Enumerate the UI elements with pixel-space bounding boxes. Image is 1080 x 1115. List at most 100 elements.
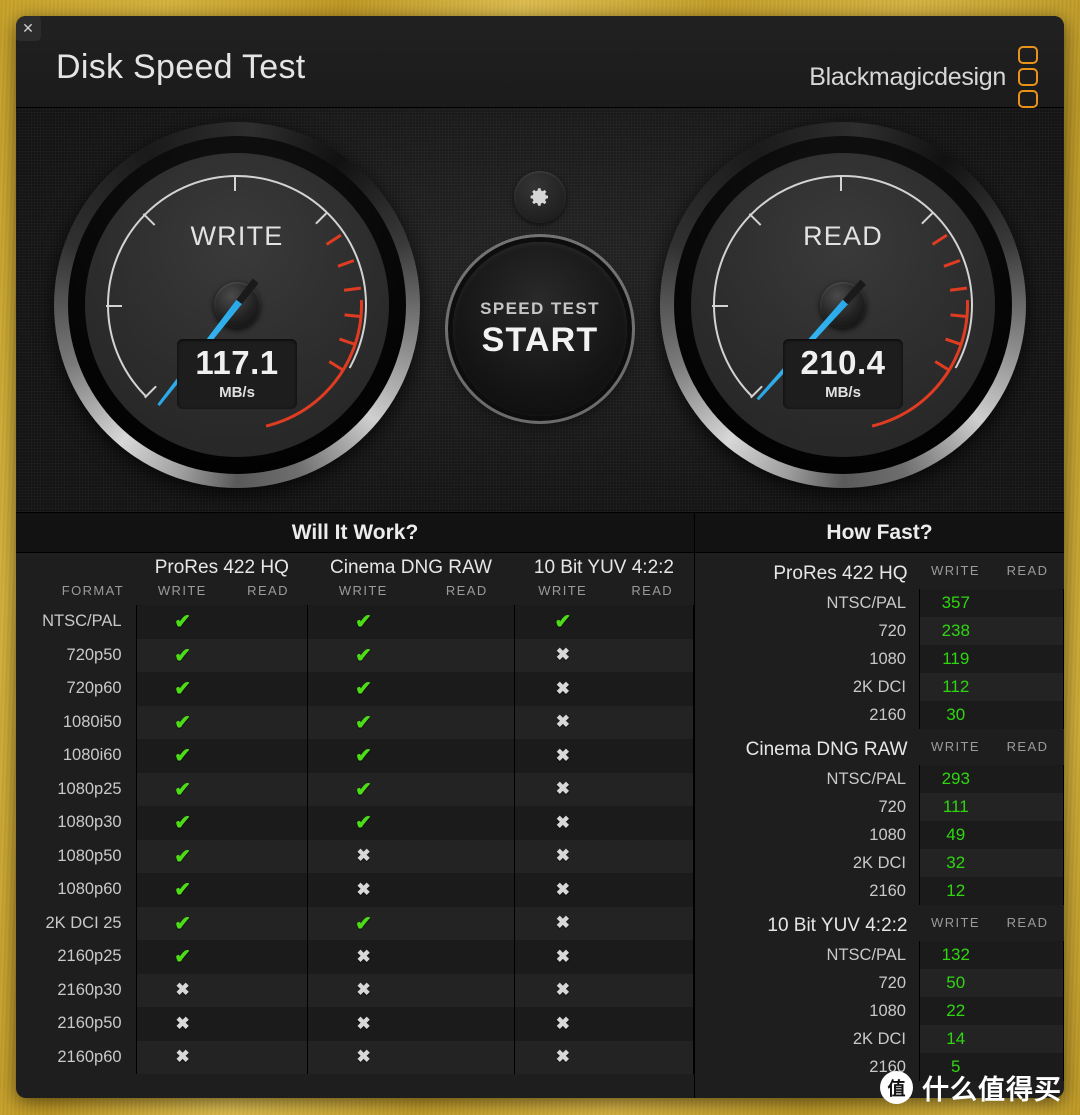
how-fast-section-3: 10 Bit YUV 4:2:2 WRITE READ NTSC/PAL 132 720… <box>695 907 1064 1081</box>
status-unsupported: ✖ <box>513 705 611 739</box>
codec-header-3: 10 Bit YUV 4:2:2 <box>533 557 674 578</box>
will-it-work-table: ProRes 422 HQ Cinema DNG RAW 10 Bit YUV 4:… <box>16 553 694 1074</box>
close-icon: ✕ <box>22 20 34 36</box>
status-empty <box>228 672 308 706</box>
gauge-panel: WRITE 117.1 MB/s READ 210.4 MB/s SPEED T… <box>16 108 1064 513</box>
write-speed-value: 49 <box>919 821 992 849</box>
read-speed-value <box>991 617 1064 645</box>
how-fast-table: Cinema DNG RAW WRITE READ NTSC/PAL 293 720 11… <box>695 731 1064 905</box>
status-empty <box>228 906 308 940</box>
start-button-line2: START <box>481 320 599 359</box>
how-fast-table: 10 Bit YUV 4:2:2 WRITE READ NTSC/PAL 132 720… <box>695 907 1064 1081</box>
how-fast-panel: How Fast? ProRes 422 HQ WRITE READ NTSC/PAL… <box>695 513 1064 1098</box>
format-label: 2K DCI <box>852 853 906 872</box>
format-label: 720p60 <box>66 679 122 698</box>
read-speed-value <box>991 821 1064 849</box>
format-label: NTSC/PAL <box>42 612 122 631</box>
status-supported: ✔ <box>307 806 420 840</box>
status-unsupported: ✖ <box>307 1040 420 1074</box>
status-empty <box>419 672 515 706</box>
table-row: 2K DCI 112 <box>695 673 1064 701</box>
status-empty <box>419 973 515 1007</box>
status-unsupported: ✖ <box>307 839 420 873</box>
table-row: 720 50 <box>695 969 1064 997</box>
status-supported: ✔ <box>135 873 229 907</box>
format-label: 2160 <box>869 881 906 900</box>
read-gauge-readout: 210.4 MB/s <box>783 339 903 409</box>
title-bar: ✕ Disk Speed Test Blackmagicdesign <box>16 16 1064 108</box>
status-empty <box>610 1040 694 1074</box>
status-empty <box>228 705 308 739</box>
table-row: 1080p25 ✔ ✔ ✖ <box>16 772 694 806</box>
status-empty <box>610 806 694 840</box>
section-header-row: ProRes 422 HQ WRITE READ <box>695 555 1064 589</box>
start-button-line1: SPEED TEST <box>480 298 600 318</box>
status-unsupported: ✖ <box>135 1040 229 1074</box>
status-empty <box>419 940 515 974</box>
read-speed-value <box>991 765 1064 793</box>
format-label: 1080i50 <box>62 712 122 731</box>
status-empty <box>228 739 308 773</box>
page-title: Disk Speed Test <box>56 48 306 86</box>
status-empty <box>228 638 308 672</box>
read-gauge-needle <box>843 304 844 305</box>
status-empty <box>610 672 694 706</box>
format-label: 1080i60 <box>62 746 122 765</box>
read-speed-value <box>991 941 1064 969</box>
subheader-read-3: READ <box>631 583 674 598</box>
settings-button[interactable] <box>514 171 566 223</box>
format-label: 1080p25 <box>57 779 122 798</box>
status-supported: ✔ <box>307 705 420 739</box>
will-it-work-title: Will It Work? <box>16 513 694 553</box>
subheader-write-3: WRITE <box>538 583 588 598</box>
table-row: 2160 12 <box>695 877 1064 905</box>
watermark-logo-icon: 值 <box>880 1071 913 1104</box>
write-speed-value: 14 <box>919 1025 992 1053</box>
format-label: 1080p60 <box>57 880 122 899</box>
table-header-subcols: FORMAT WRITE READ WRITE READ WRITE READ <box>16 581 694 605</box>
status-unsupported: ✖ <box>513 772 611 806</box>
format-label: 2160p30 <box>57 980 122 999</box>
results-area: Will It Work? ProRes 422 HQ Cinema DNG RA… <box>16 513 1064 1098</box>
format-label: NTSC/PAL <box>826 945 906 964</box>
read-value: 210.4 <box>800 344 886 381</box>
how-fast-table-body: NTSC/PAL 293 720 111 1080 49 2K DCI 32 2160 1… <box>695 765 1064 905</box>
table-row: 2160p25 ✔ ✖ ✖ <box>16 940 694 974</box>
table-row: 2K DCI 25 ✔ ✔ ✖ <box>16 906 694 940</box>
status-empty <box>419 1040 515 1074</box>
table-row: 1080 119 <box>695 645 1064 673</box>
status-empty <box>228 806 308 840</box>
table-row: 2160p50 ✖ ✖ ✖ <box>16 1007 694 1041</box>
app-window: ✕ Disk Speed Test Blackmagicdesign WRITE <box>16 16 1064 1098</box>
read-speed-value <box>991 589 1064 617</box>
format-label: 1080 <box>869 1001 906 1020</box>
read-gauge-label: READ <box>803 221 883 251</box>
format-label: NTSC/PAL <box>826 769 906 788</box>
status-empty <box>419 906 515 940</box>
table-row: 1080p50 ✔ ✖ ✖ <box>16 839 694 873</box>
status-empty <box>228 940 308 974</box>
status-unsupported: ✖ <box>513 940 611 974</box>
status-unsupported: ✖ <box>307 940 420 974</box>
table-row: NTSC/PAL 293 <box>695 765 1064 793</box>
write-speed-value: 30 <box>919 701 992 729</box>
write-column-header: WRITE <box>931 914 980 930</box>
how-fast-table-body: NTSC/PAL 132 720 50 1080 22 2K DCI 14 2160 5 <box>695 941 1064 1081</box>
table-row: 1080i60 ✔ ✔ ✖ <box>16 739 694 773</box>
format-label: 1080p30 <box>57 813 122 832</box>
format-label: 720 <box>878 621 906 640</box>
format-label: 1080p50 <box>57 846 122 865</box>
speed-test-start-button[interactable]: SPEED TEST START <box>453 242 627 416</box>
table-row: 720p60 ✔ ✔ ✖ <box>16 672 694 706</box>
format-column-header: FORMAT <box>61 583 125 598</box>
section-codec-name: 10 Bit YUV 4:2:2 <box>767 915 908 936</box>
status-empty <box>228 839 308 873</box>
write-gauge-needle <box>237 304 239 305</box>
status-unsupported: ✖ <box>135 1007 229 1041</box>
read-column-header: READ <box>1006 738 1049 754</box>
read-speed-value <box>991 701 1064 729</box>
status-supported: ✔ <box>135 772 229 806</box>
section-header-row: Cinema DNG RAW WRITE READ <box>695 731 1064 765</box>
table-row: 1080p60 ✔ ✖ ✖ <box>16 873 694 907</box>
close-button[interactable]: ✕ <box>16 16 41 41</box>
